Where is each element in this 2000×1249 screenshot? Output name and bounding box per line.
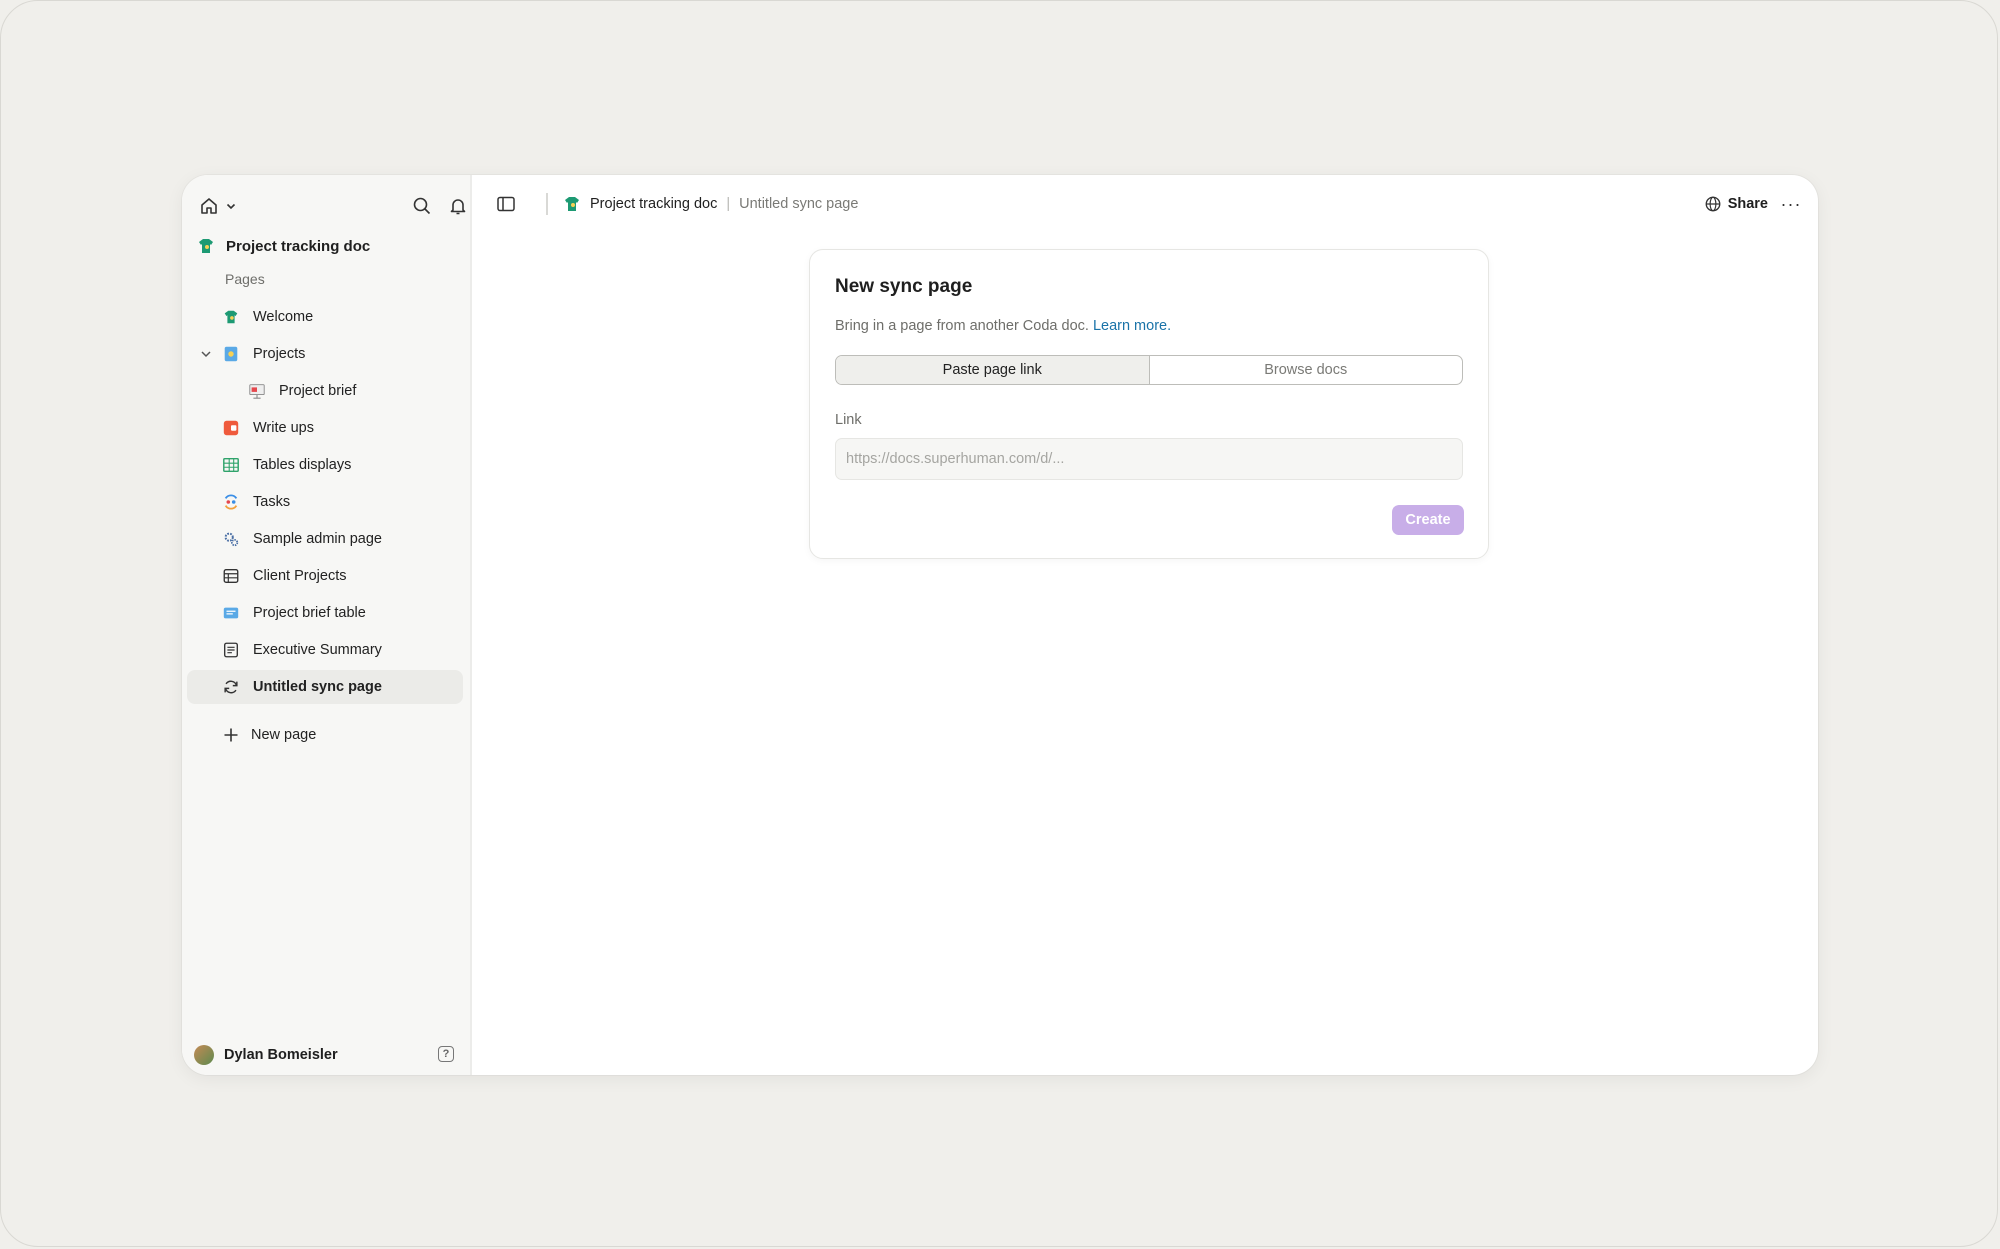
sidebar-item-tasks[interactable]: Tasks xyxy=(187,485,463,519)
more-options-button[interactable]: ··· xyxy=(1778,189,1804,219)
link-input[interactable] xyxy=(835,438,1463,480)
sidebar-item-project-brief-table[interactable]: Project brief table xyxy=(187,596,463,630)
home-icon xyxy=(201,198,217,214)
dialog-description: Bring in a page from another Coda doc. L… xyxy=(835,318,1171,334)
sidebar-item-welcome[interactable]: Welcome xyxy=(187,300,463,334)
sidebar-toolbar xyxy=(196,189,466,223)
dialog-title: New sync page xyxy=(835,276,973,297)
avatar xyxy=(194,1045,214,1065)
sidebar-item-label: Project brief table xyxy=(253,605,366,621)
pages-section-label: Pages xyxy=(225,271,265,287)
user-name: Dylan Bomeisler xyxy=(224,1047,338,1063)
tab-browse-docs[interactable]: Browse docs xyxy=(1150,356,1463,384)
help-icon[interactable]: ? xyxy=(438,1046,454,1062)
sidebar-item-label: Project brief xyxy=(279,383,357,399)
sync-icon xyxy=(221,677,241,697)
sidebar-item-label: Write ups xyxy=(253,420,314,436)
bell-icon xyxy=(450,199,466,215)
share-label: Share xyxy=(1727,196,1768,212)
sidebar-item-label: Tasks xyxy=(253,494,291,510)
sidebar-item-label: Client Projects xyxy=(253,568,347,584)
plus-icon xyxy=(221,725,241,745)
sidebar-item-label: Executive Summary xyxy=(253,642,382,658)
app-window: Project tracking doc Pages Welcome Proje… xyxy=(182,175,1818,1075)
chevron-down-icon xyxy=(226,203,236,210)
toggle-sidebar-button[interactable] xyxy=(490,189,522,219)
projects-icon xyxy=(221,344,241,364)
link-field-label: Link xyxy=(835,412,862,428)
sidebar-item-executive-summary[interactable]: Executive Summary xyxy=(187,633,463,667)
doc-title-label: Project tracking doc xyxy=(226,237,371,255)
new-page-label: New page xyxy=(251,727,317,743)
doc-icon xyxy=(565,197,579,211)
table-icon xyxy=(221,566,241,586)
search-button[interactable] xyxy=(406,189,438,223)
document-icon xyxy=(221,640,241,660)
search-icon xyxy=(413,197,431,215)
sidebar-item-client-projects[interactable]: Client Projects xyxy=(187,559,463,593)
top-bar: Project tracking doc | Untitled sync pag… xyxy=(472,175,1818,231)
breadcrumb-separator: | xyxy=(726,196,731,212)
sidebar-doc-title[interactable]: Project tracking doc xyxy=(196,229,370,263)
sidebar-item-untitled-sync-page[interactable]: Untitled sync page xyxy=(187,670,463,704)
sidebar: Project tracking doc Pages Welcome Proje… xyxy=(182,175,472,1075)
chevron-down-icon[interactable] xyxy=(199,347,213,361)
sidebar-toggle-icon xyxy=(497,196,515,212)
sidebar-item-write-ups[interactable]: Write ups xyxy=(187,411,463,445)
presentation-icon xyxy=(247,381,267,401)
globe-icon xyxy=(1705,196,1721,212)
source-tab-group: Paste page link Browse docs xyxy=(835,355,1463,385)
sidebar-item-label: Welcome xyxy=(253,309,314,325)
sidebar-item-label: Untitled sync page xyxy=(253,679,382,695)
sidebar-item-project-brief[interactable]: Project brief xyxy=(187,374,463,408)
new-sync-page-dialog: New sync page Bring in a page from anoth… xyxy=(809,249,1489,559)
sidebar-item-label: Projects xyxy=(253,346,306,362)
sidebar-item-sample-admin-page[interactable]: Sample admin page xyxy=(187,522,463,556)
page-list: Welcome Projects Project brief Write ups… xyxy=(187,300,463,707)
doc-icon xyxy=(199,239,213,253)
breadcrumb-current-page[interactable]: Untitled sync page xyxy=(739,196,858,212)
sidebar-item-projects[interactable]: Projects xyxy=(187,337,463,371)
tasks-icon xyxy=(221,492,241,512)
write-ups-icon xyxy=(221,418,241,438)
gear-icon xyxy=(221,529,241,549)
tab-paste-page-link[interactable]: Paste page link xyxy=(836,356,1150,384)
notifications-button[interactable] xyxy=(442,189,474,223)
new-page-button[interactable]: New page xyxy=(221,720,316,750)
create-button[interactable]: Create xyxy=(1392,505,1464,535)
home-menu-button[interactable] xyxy=(196,189,240,223)
sidebar-item-label: Sample admin page xyxy=(253,531,382,547)
sidebar-item-tables-displays[interactable]: Tables displays xyxy=(187,448,463,482)
divider xyxy=(546,193,548,215)
learn-more-link[interactable]: Learn more. xyxy=(1093,318,1171,334)
breadcrumb-doc[interactable]: Project tracking doc xyxy=(590,196,717,212)
shirt-icon xyxy=(221,307,241,327)
table-grid-icon xyxy=(221,455,241,475)
breadcrumb: Project tracking doc | Untitled sync pag… xyxy=(562,189,858,219)
description-text: Bring in a page from another Coda doc. xyxy=(835,318,1089,334)
user-profile[interactable]: Dylan Bomeisler ? xyxy=(194,1035,456,1075)
share-button[interactable]: Share xyxy=(1704,189,1768,219)
cards-icon xyxy=(221,603,241,623)
sidebar-item-label: Tables displays xyxy=(253,457,352,473)
